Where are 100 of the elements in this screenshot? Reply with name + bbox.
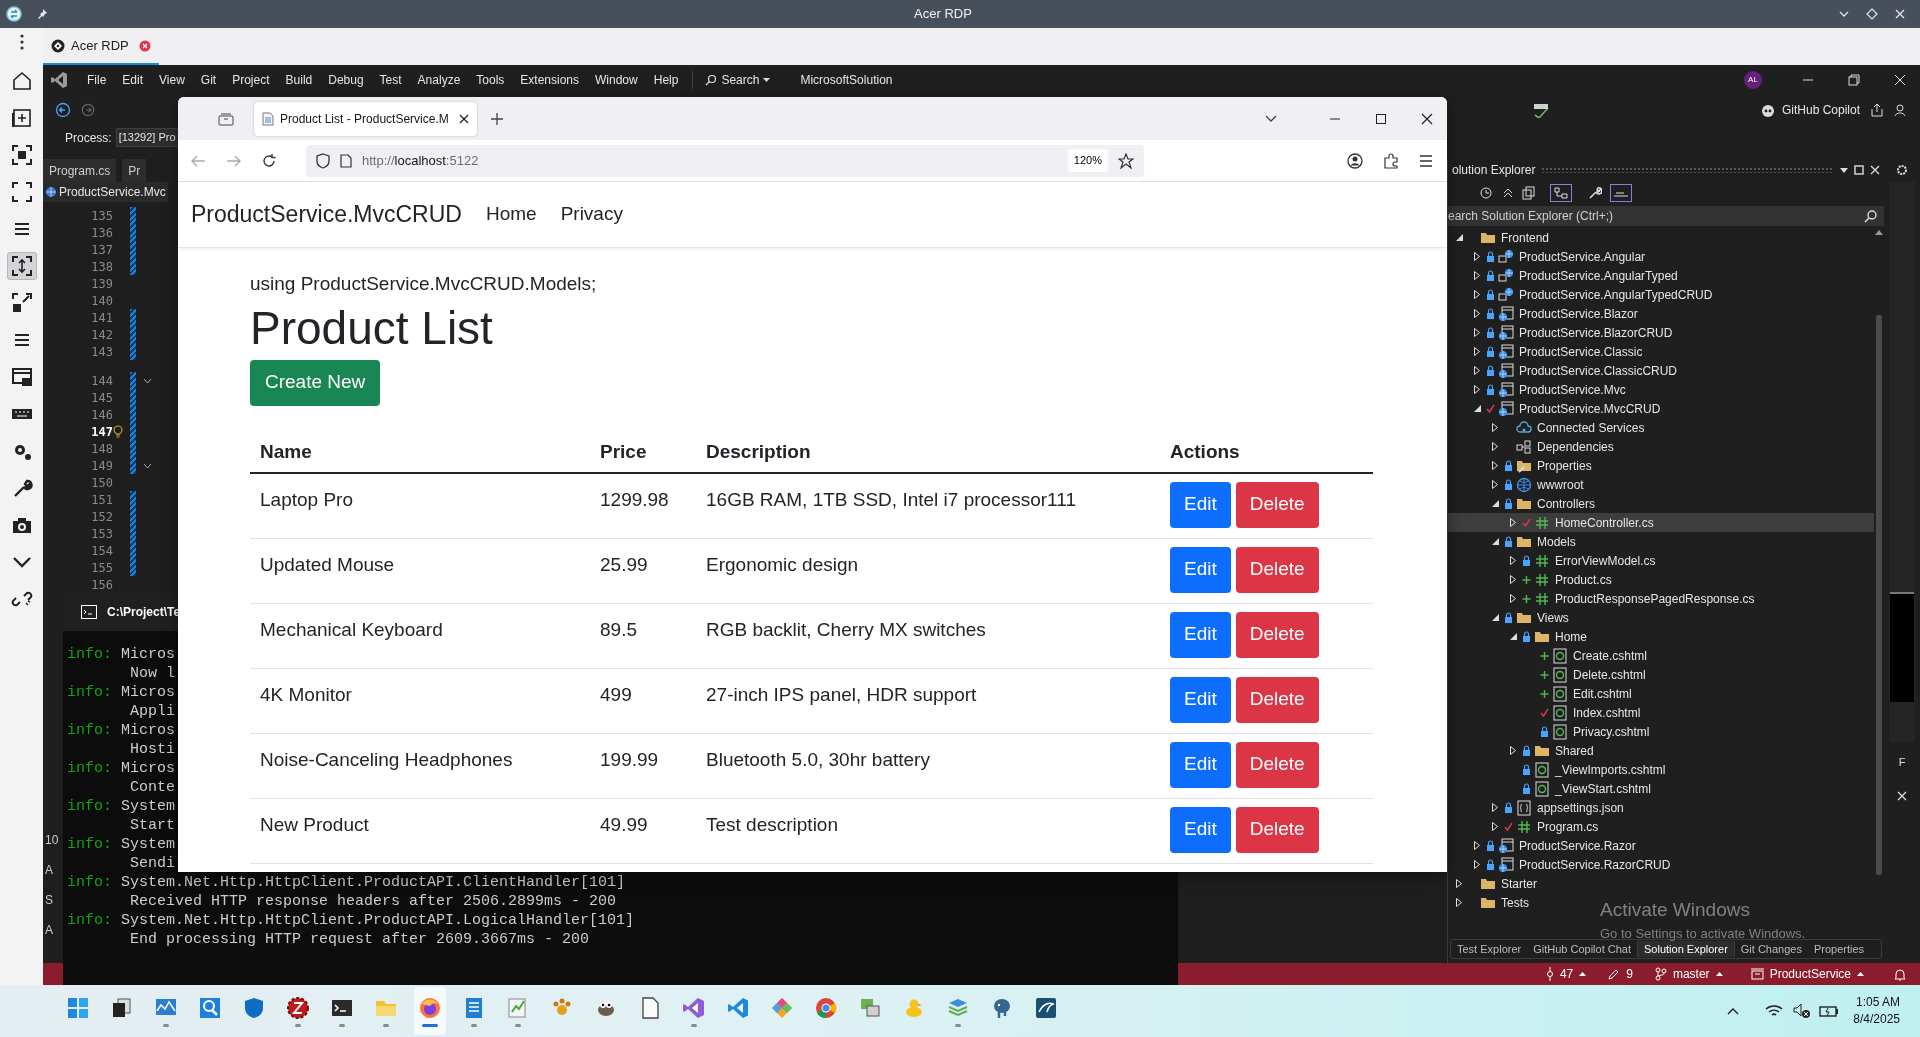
tree-item[interactable]: ProductService.AngularTyped [1448, 266, 1682, 285]
menu-item[interactable]: File [79, 71, 115, 89]
nav-link[interactable]: Home [485, 200, 537, 229]
menu-item[interactable]: Git [192, 71, 225, 89]
clock-button[interactable]: 1:05 AM 8/4/2025 [1853, 994, 1900, 1028]
diamond-icon[interactable] [1866, 8, 1878, 20]
tree-item[interactable]: ErrorViewModel.cs [1448, 551, 1660, 570]
menu-item[interactable]: Project [224, 71, 278, 89]
restore-icon[interactable] [1848, 74, 1860, 86]
process-dropdown[interactable]: [13292] Pro [115, 128, 179, 147]
tree-item[interactable]: _ViewImports.cshtml [1448, 760, 1670, 779]
tree-item[interactable]: Tests [1448, 893, 1533, 912]
tree-item[interactable]: appsettings.json [1448, 798, 1628, 817]
reload-icon[interactable] [262, 153, 276, 168]
project-dropdown[interactable]: ProductService.Mvc [43, 182, 168, 202]
more-options-icon[interactable] [19, 34, 24, 50]
history-icon[interactable] [1478, 186, 1494, 200]
panel-tab[interactable]: GitHub Copilot Chat [1527, 940, 1638, 958]
tree-item[interactable]: Views [1448, 608, 1573, 627]
close-icon[interactable] [1421, 112, 1433, 125]
zoom-level-button[interactable]: 120% [1067, 149, 1108, 172]
tree-item[interactable]: Privacy.cshtml [1448, 722, 1654, 741]
chevron-up-icon[interactable] [1727, 1007, 1740, 1015]
account-avatar[interactable]: AL [1744, 71, 1762, 89]
preview-icon[interactable] [1610, 184, 1632, 202]
tree-item[interactable]: Delete.cshtml [1448, 665, 1650, 684]
tree-item[interactable]: _ViewStart.cshtml [1448, 779, 1655, 798]
tree-item[interactable]: wwwroot [1448, 475, 1588, 494]
commits-button[interactable]: 47 [1545, 965, 1587, 983]
edit-button[interactable]: Edit [1170, 676, 1231, 723]
battery-icon[interactable] [1819, 1004, 1840, 1018]
menu-item[interactable]: Analyze [409, 71, 469, 89]
delete-button[interactable]: Delete [1235, 676, 1319, 723]
tree-item[interactable]: Home [1448, 627, 1591, 646]
tree-item[interactable]: Connected Services [1448, 418, 1649, 437]
menu-item[interactable]: Tools [468, 71, 513, 89]
delete-button[interactable]: Delete [1235, 741, 1319, 788]
account-icon[interactable] [1347, 152, 1363, 169]
branch-button[interactable]: master [1654, 965, 1723, 983]
tree-item[interactable]: Edit.cshtml [1448, 684, 1636, 703]
wrench-icon[interactable] [1588, 186, 1602, 200]
wifi-icon[interactable] [1765, 1004, 1784, 1018]
menu-item[interactable]: Help [645, 71, 687, 89]
menu-item[interactable]: Window [587, 71, 646, 89]
site-brand-link[interactable]: ProductService.MvcCRUD [191, 197, 462, 232]
tree-item[interactable]: Product.cs [1448, 570, 1616, 589]
tree-item[interactable]: Properties [1448, 456, 1596, 475]
search-button[interactable]: Search [699, 71, 777, 89]
menu-item[interactable]: Extensions [512, 71, 588, 89]
close-icon[interactable] [459, 113, 469, 124]
document-tab[interactable]: Pr [122, 159, 147, 183]
sync-view-icon[interactable] [1550, 184, 1572, 202]
tree-item[interactable]: ProductService.ClassicCRUD [1448, 361, 1682, 380]
browser-tab[interactable]: Product List - ProductService.M [254, 101, 477, 136]
collapse-all-icon[interactable] [1502, 187, 1514, 199]
speaker-muted-icon[interactable] [1793, 1003, 1812, 1019]
edit-button[interactable]: Edit [1170, 481, 1231, 528]
tree-item[interactable]: Frontend [1448, 228, 1554, 247]
tree-item[interactable]: Starter [1448, 874, 1541, 893]
menu-item[interactable]: View [151, 71, 193, 89]
panel-tab[interactable]: Properties [1807, 940, 1871, 958]
delete-button[interactable]: Delete [1235, 546, 1319, 593]
copy-icon[interactable] [1522, 186, 1536, 200]
bookmark-star-icon[interactable] [1118, 152, 1134, 169]
caret-icon[interactable] [1840, 167, 1848, 173]
delete-button[interactable]: Delete [1235, 481, 1319, 528]
tree-item[interactable]: Models [1448, 532, 1580, 551]
tree-item[interactable]: ProductService.Mvc [1448, 380, 1630, 399]
repository-button[interactable]: ProductService [1750, 965, 1864, 983]
new-tab-icon[interactable] [491, 112, 503, 125]
tree-item[interactable]: Controllers [1448, 494, 1600, 513]
menu-item[interactable]: Edit [114, 71, 152, 89]
scroll-up-icon[interactable] [1875, 230, 1883, 235]
tree-item[interactable]: Program.cs [1448, 817, 1603, 836]
tree-item[interactable]: Dependencies [1448, 437, 1618, 456]
back-icon[interactable] [55, 102, 71, 118]
document-tab[interactable]: Program.cs [43, 159, 117, 183]
tree-item[interactable]: ProductService.BlazorCRUD [1448, 323, 1677, 342]
toolbar-button[interactable] [6, 252, 37, 280]
copilot-button[interactable]: GitHub Copilot [1781, 101, 1860, 119]
panel-tab[interactable]: Test Explorer [1451, 940, 1528, 958]
edit-button[interactable]: Edit [1170, 741, 1231, 788]
tree-item[interactable]: ProductService.RazorCRUD [1448, 855, 1675, 874]
panel-tab[interactable]: Solution Explorer [1637, 940, 1735, 958]
create-new-button[interactable]: Create New [250, 359, 381, 406]
tree-item[interactable]: ProductService.MvcCRUD [1448, 399, 1665, 418]
menu-item[interactable]: Test [371, 71, 410, 89]
nav-link[interactable]: Privacy [560, 200, 623, 229]
tree-item[interactable]: HomeController.cs [1448, 513, 1874, 532]
edit-button[interactable]: Edit [1170, 806, 1231, 853]
delete-button[interactable]: Delete [1235, 611, 1319, 658]
spell-check-icon[interactable] [1531, 102, 1550, 118]
menu-item[interactable]: Debug [320, 71, 372, 89]
tab-list-icon[interactable] [1265, 114, 1277, 123]
maximize-icon[interactable] [1375, 112, 1387, 125]
tree-item[interactable]: Create.cshtml [1448, 646, 1652, 665]
tree-item[interactable]: ProductService.Classic [1448, 342, 1647, 361]
edit-button[interactable]: Edit [1170, 611, 1231, 658]
panel-tab[interactable]: Git Changes [1734, 940, 1808, 958]
feedback-icon[interactable] [1894, 103, 1908, 117]
